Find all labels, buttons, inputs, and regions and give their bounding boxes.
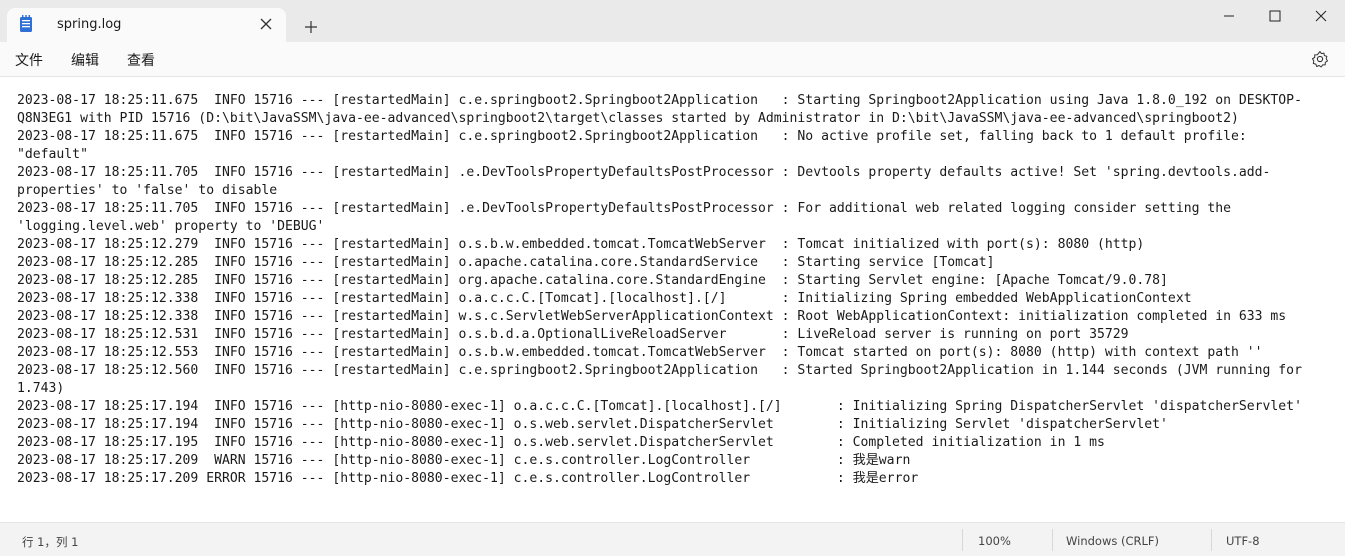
log-line: 2023-08-17 18:25:17.209 WARN 15716 --- [… xyxy=(17,453,911,468)
window-close-icon[interactable] xyxy=(1298,0,1344,32)
status-divider xyxy=(962,529,963,551)
notepad-icon xyxy=(19,15,33,33)
menu-view[interactable]: 查看 xyxy=(127,50,155,70)
log-line: 2023-08-17 18:25:11.675 INFO 15716 --- [… xyxy=(17,93,1302,108)
minimize-icon[interactable] xyxy=(1206,0,1252,32)
status-bar: 行 1，列 1 100% Windows (CRLF) UTF-8 xyxy=(0,522,1345,556)
log-line: 1.743) xyxy=(17,381,65,396)
close-icon[interactable] xyxy=(256,14,276,34)
log-line: 2023-08-17 18:25:12.279 INFO 15716 --- [… xyxy=(17,237,1145,252)
log-content[interactable]: 2023-08-17 18:25:11.675 INFO 15716 --- [… xyxy=(17,92,1337,488)
log-line: Q8N3EG1 with PID 15716 (D:\bit\JavaSSM\j… xyxy=(17,111,1239,126)
maximize-icon[interactable] xyxy=(1252,0,1298,32)
log-line: 'logging.level.web' property to 'DEBUG' xyxy=(17,219,325,234)
log-line: 2023-08-17 18:25:11.705 INFO 15716 --- [… xyxy=(17,201,1231,216)
gear-icon[interactable] xyxy=(1311,50,1329,68)
log-line: 2023-08-17 18:25:17.194 INFO 15716 --- [… xyxy=(17,417,1168,432)
status-divider xyxy=(1052,529,1053,551)
tab-title: spring.log xyxy=(57,17,122,32)
menu-edit[interactable]: 编辑 xyxy=(71,50,99,70)
log-line: 2023-08-17 18:25:11.675 INFO 15716 --- [… xyxy=(17,129,1247,144)
title-bar: spring.log xyxy=(0,0,1345,42)
log-line: 2023-08-17 18:25:12.560 INFO 15716 --- [… xyxy=(17,363,1302,378)
encoding[interactable]: UTF-8 xyxy=(1226,534,1260,548)
log-line: 2023-08-17 18:25:17.195 INFO 15716 --- [… xyxy=(17,435,1105,450)
log-line: properties' to 'false' to disable xyxy=(17,183,278,198)
log-line: "default" xyxy=(17,147,88,162)
log-line: 2023-08-17 18:25:12.285 INFO 15716 --- [… xyxy=(17,255,995,270)
log-line: 2023-08-17 18:25:11.705 INFO 15716 --- [… xyxy=(17,165,1271,180)
status-divider xyxy=(1211,529,1212,551)
log-line: 2023-08-17 18:25:17.194 INFO 15716 --- [… xyxy=(17,399,1302,414)
cursor-position: 行 1，列 1 xyxy=(22,535,79,549)
log-line: 2023-08-17 18:25:12.338 INFO 15716 --- [… xyxy=(17,309,1287,324)
zoom-level[interactable]: 100% xyxy=(978,534,1011,548)
log-line: 2023-08-17 18:25:12.338 INFO 15716 --- [… xyxy=(17,291,1192,306)
menu-file[interactable]: 文件 xyxy=(15,50,43,70)
tab-spring-log[interactable]: spring.log xyxy=(7,8,286,42)
log-line: 2023-08-17 18:25:12.531 INFO 15716 --- [… xyxy=(17,327,1129,342)
log-line: 2023-08-17 18:25:12.285 INFO 15716 --- [… xyxy=(17,273,1168,288)
notepad-window: spring.log 文件 编辑 查看 2023-08-17 18:25:11.… xyxy=(0,0,1345,556)
text-editor[interactable]: 2023-08-17 18:25:11.675 INFO 15716 --- [… xyxy=(0,76,1345,523)
menu-bar: 文件 编辑 查看 xyxy=(0,42,1345,76)
log-line: 2023-08-17 18:25:17.209 ERROR 15716 --- … xyxy=(17,471,919,486)
log-line: 2023-08-17 18:25:12.553 INFO 15716 --- [… xyxy=(17,345,1263,360)
line-ending[interactable]: Windows (CRLF) xyxy=(1066,534,1159,548)
plus-icon[interactable] xyxy=(300,16,322,38)
